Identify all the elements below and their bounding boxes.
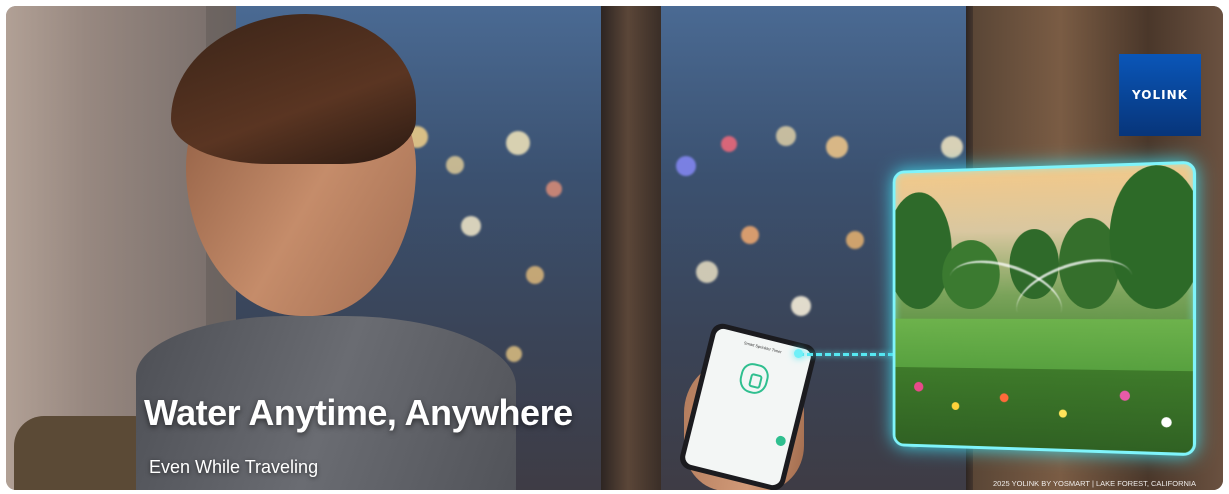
copyright-text: 2025 YOLINK BY YOSMART | LAKE FOREST, CA… <box>993 479 1196 488</box>
person-hair <box>171 14 416 164</box>
flower <box>1059 409 1067 417</box>
bokeh-light <box>791 296 811 316</box>
bokeh-light <box>676 156 696 176</box>
flower <box>952 402 960 410</box>
garden-sprinkler-panel <box>893 161 1196 456</box>
bokeh-light <box>526 266 544 284</box>
flower <box>1120 391 1130 401</box>
garden-tree <box>893 191 952 309</box>
headline: Water Anytime, Anywhere <box>144 392 573 434</box>
bokeh-light <box>721 136 737 152</box>
logo-text: YOLINK <box>1132 88 1188 102</box>
bokeh-light <box>546 181 562 197</box>
flower <box>914 382 923 392</box>
hero-banner[interactable]: Smart Sprinkler Timer YOLINK Water Anyti… <box>6 6 1223 490</box>
flower <box>1000 393 1009 402</box>
window-frame <box>601 6 661 490</box>
bokeh-light <box>506 131 530 155</box>
bokeh-light <box>846 231 864 249</box>
garden-flowers <box>895 367 1196 456</box>
subheadline: Even While Traveling <box>149 457 318 478</box>
bokeh-light <box>741 226 759 244</box>
bokeh-light <box>446 156 464 174</box>
bokeh-light <box>506 346 522 362</box>
bokeh-light <box>776 126 796 146</box>
bokeh-light <box>461 216 481 236</box>
bokeh-light <box>941 136 963 158</box>
flower <box>1161 417 1172 428</box>
sprinkler-icon <box>737 361 771 397</box>
connection-dot <box>794 349 803 358</box>
phone-action-button[interactable] <box>775 435 787 447</box>
bokeh-light <box>696 261 718 283</box>
yolink-logo[interactable]: YOLINK <box>1119 54 1201 136</box>
bokeh-light <box>826 136 848 158</box>
